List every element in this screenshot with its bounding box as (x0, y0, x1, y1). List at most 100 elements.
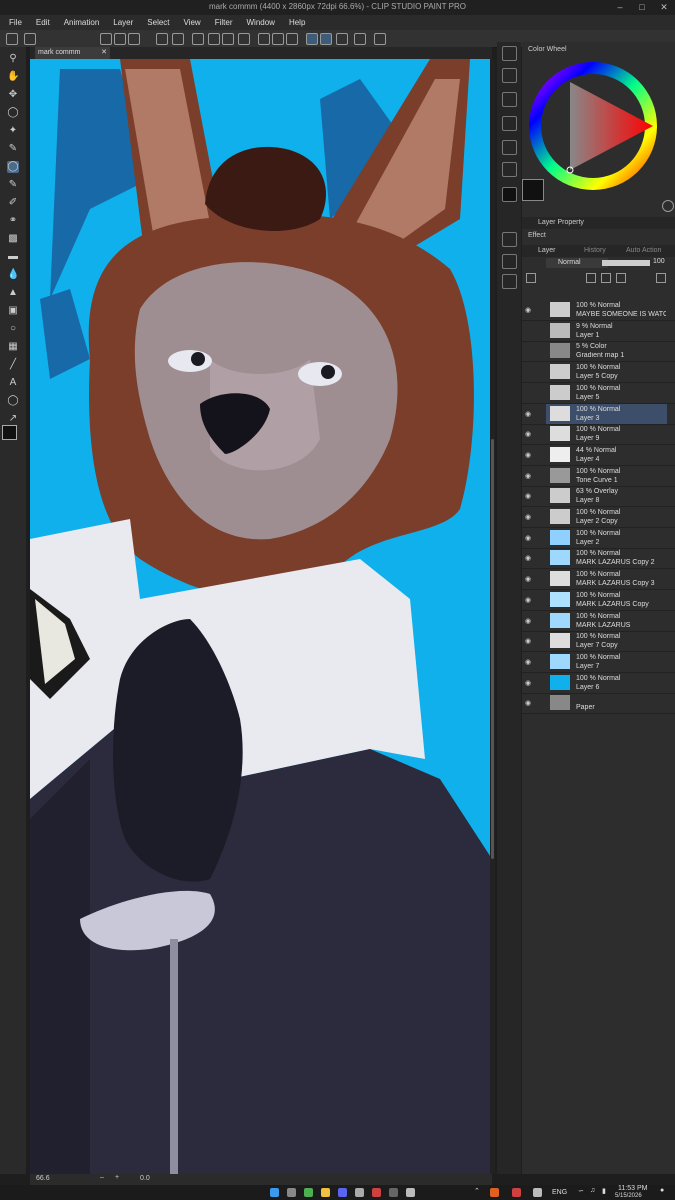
main-color-swatch[interactable] (2, 425, 17, 440)
layer-row[interactable]: ◉ 100 % Normal Layer 3 (522, 403, 675, 425)
layer-row[interactable]: ◉ 100 % Normal Layer 7 (522, 652, 675, 673)
visibility-eye-icon[interactable]: ◉ (525, 410, 531, 418)
color-mode-icon[interactable] (662, 200, 674, 212)
layer-side-icon[interactable] (502, 254, 517, 269)
undo-icon[interactable] (156, 33, 168, 45)
gradient-icon[interactable]: ▣ (7, 305, 19, 317)
figure-icon[interactable]: ○ (7, 323, 19, 335)
layer-row[interactable]: ◉ 100 % Normal Layer 2 Copy (522, 507, 675, 528)
correct-line-icon[interactable]: ↗ (7, 413, 19, 425)
clock-date[interactable]: 5/15/2026 (615, 1193, 642, 1199)
layer-row[interactable]: ◉ 100 % Normal MARK LAZARUS (522, 611, 675, 632)
tray-app-icon[interactable] (490, 1188, 499, 1197)
open-file-icon[interactable] (114, 33, 126, 45)
mic-icon[interactable] (512, 1188, 521, 1197)
decoration-icon[interactable]: ▩ (7, 233, 19, 245)
tray-chevron-icon[interactable]: ⌃ (474, 1187, 480, 1195)
pencil-icon[interactable]: ✎ (7, 179, 19, 191)
clip-icon[interactable] (601, 273, 611, 283)
new-file-icon[interactable] (100, 33, 112, 45)
opacity-slider[interactable] (602, 260, 650, 266)
snap-grid-icon[interactable] (336, 33, 348, 45)
delete-layer-icon[interactable] (656, 273, 666, 283)
notification-icon[interactable]: ● (660, 1187, 664, 1194)
fill-tool-icon[interactable]: ▲ (7, 287, 19, 299)
crop-icon[interactable] (238, 33, 250, 45)
visibility-eye-icon[interactable]: ◉ (525, 472, 531, 480)
menu-window[interactable]: Window (238, 15, 280, 30)
artwork[interactable] (30, 59, 492, 1174)
brush-tool-icon[interactable]: ✐ (7, 197, 19, 209)
windows-start-icon[interactable] (270, 1188, 279, 1197)
layer-row[interactable]: ◉ 63 % Overlay Layer 8 (522, 486, 675, 508)
material-icon[interactable] (502, 92, 517, 107)
visibility-eye-icon[interactable]: ◉ (525, 451, 531, 459)
visibility-eye-icon[interactable]: ◉ (525, 575, 531, 583)
brush-size-icon[interactable] (502, 140, 517, 155)
balloon-icon[interactable]: ◯ (7, 395, 19, 407)
volume-icon[interactable]: ♫ (590, 1187, 595, 1194)
layer-row[interactable]: ◉ 100 % Normal Layer 9 (522, 424, 675, 446)
search-icon[interactable] (287, 1188, 296, 1197)
color-set-icon[interactable] (502, 162, 517, 177)
zoom-icon[interactable]: ⚲ (7, 53, 19, 65)
menu-select[interactable]: Select (138, 15, 174, 30)
battery-icon[interactable]: ▮ (602, 1187, 606, 1195)
visibility-eye-icon[interactable]: ◉ (525, 534, 531, 542)
text-icon[interactable]: A (7, 377, 19, 389)
scroll-thumb[interactable] (491, 439, 494, 859)
visibility-eye-icon[interactable]: ◉ (525, 596, 531, 604)
tab-auto-action[interactable]: Auto Action (626, 247, 661, 254)
frame-icon[interactable]: ▦ (7, 341, 19, 353)
lock-icon[interactable] (586, 273, 596, 283)
settings-icon[interactable] (24, 33, 36, 45)
menu-file[interactable]: File (0, 15, 27, 30)
layer-row[interactable]: ◉ 100 % Normal MARK LAZARUS Copy 3 (522, 569, 675, 591)
hand-icon[interactable]: ✋ (7, 71, 19, 83)
color-swatch-icon[interactable] (502, 187, 517, 202)
layer-row[interactable]: ◉ 44 % Normal Layer 4 (522, 445, 675, 466)
clip-studio-icon[interactable] (389, 1188, 398, 1197)
menu-filter[interactable]: Filter (206, 15, 238, 30)
layer-row[interactable]: ◉ 100 % Normal Layer 6 (522, 673, 675, 694)
navigator-icon[interactable] (502, 46, 517, 61)
visibility-eye-icon[interactable]: ◉ (525, 699, 531, 707)
app-icon-3[interactable] (406, 1188, 415, 1197)
blend-mode-select[interactable]: Normal (546, 258, 608, 268)
menu-edit[interactable]: Edit (27, 15, 55, 30)
clock-time[interactable]: 11:53 PM (618, 1185, 647, 1192)
save-icon[interactable] (128, 33, 140, 45)
clear-icon[interactable] (192, 33, 204, 45)
canvas-area[interactable] (30, 59, 492, 1174)
app-icon[interactable] (355, 1188, 364, 1197)
layer-row[interactable]: 100 % Normal Layer 5 Copy (522, 362, 675, 384)
layer-row[interactable]: ◉ 100 % Normal Layer 2 (522, 528, 675, 549)
angle-value[interactable]: 0.0 (140, 1175, 150, 1182)
menu-help[interactable]: Help (280, 15, 310, 30)
discord-icon[interactable] (338, 1188, 347, 1197)
visibility-eye-icon[interactable]: ◉ (525, 492, 531, 500)
layer-row[interactable]: ◉ 100 % Normal Layer 7 Copy (522, 631, 675, 653)
visibility-eye-icon[interactable]: ◉ (525, 554, 531, 562)
visibility-eye-icon[interactable]: ◉ (525, 658, 531, 666)
vertical-scrollbar[interactable] (490, 59, 495, 1174)
close-tab-icon[interactable]: ✕ (101, 47, 107, 59)
main-color-chip[interactable] (522, 179, 544, 201)
zoom-in-icon[interactable]: + (115, 1174, 119, 1181)
redo-icon[interactable] (172, 33, 184, 45)
ruler-icon[interactable]: ╱ (7, 359, 19, 371)
visibility-eye-icon[interactable]: ◉ (525, 513, 531, 521)
invert-selection-icon[interactable] (286, 33, 298, 45)
layer-row[interactable]: ◉ 100 % Normal MARK LAZARUS Copy (522, 590, 675, 611)
airbrush-icon[interactable]: ⚭ (7, 215, 19, 227)
file-explorer-icon[interactable] (321, 1188, 330, 1197)
sub-view-icon[interactable] (502, 68, 517, 83)
wifi-icon[interactable]: ∽ (578, 1187, 584, 1195)
reference-icon[interactable] (616, 273, 626, 283)
pen-tool-icon[interactable]: ◯ (7, 161, 19, 173)
close-icon[interactable]: ✕ (653, 0, 675, 15)
chrome-icon[interactable] (304, 1188, 313, 1197)
color-wheel[interactable] (525, 54, 665, 199)
eyedropper-icon[interactable]: ✎ (7, 143, 19, 155)
tool-property-icon[interactable] (502, 116, 517, 131)
